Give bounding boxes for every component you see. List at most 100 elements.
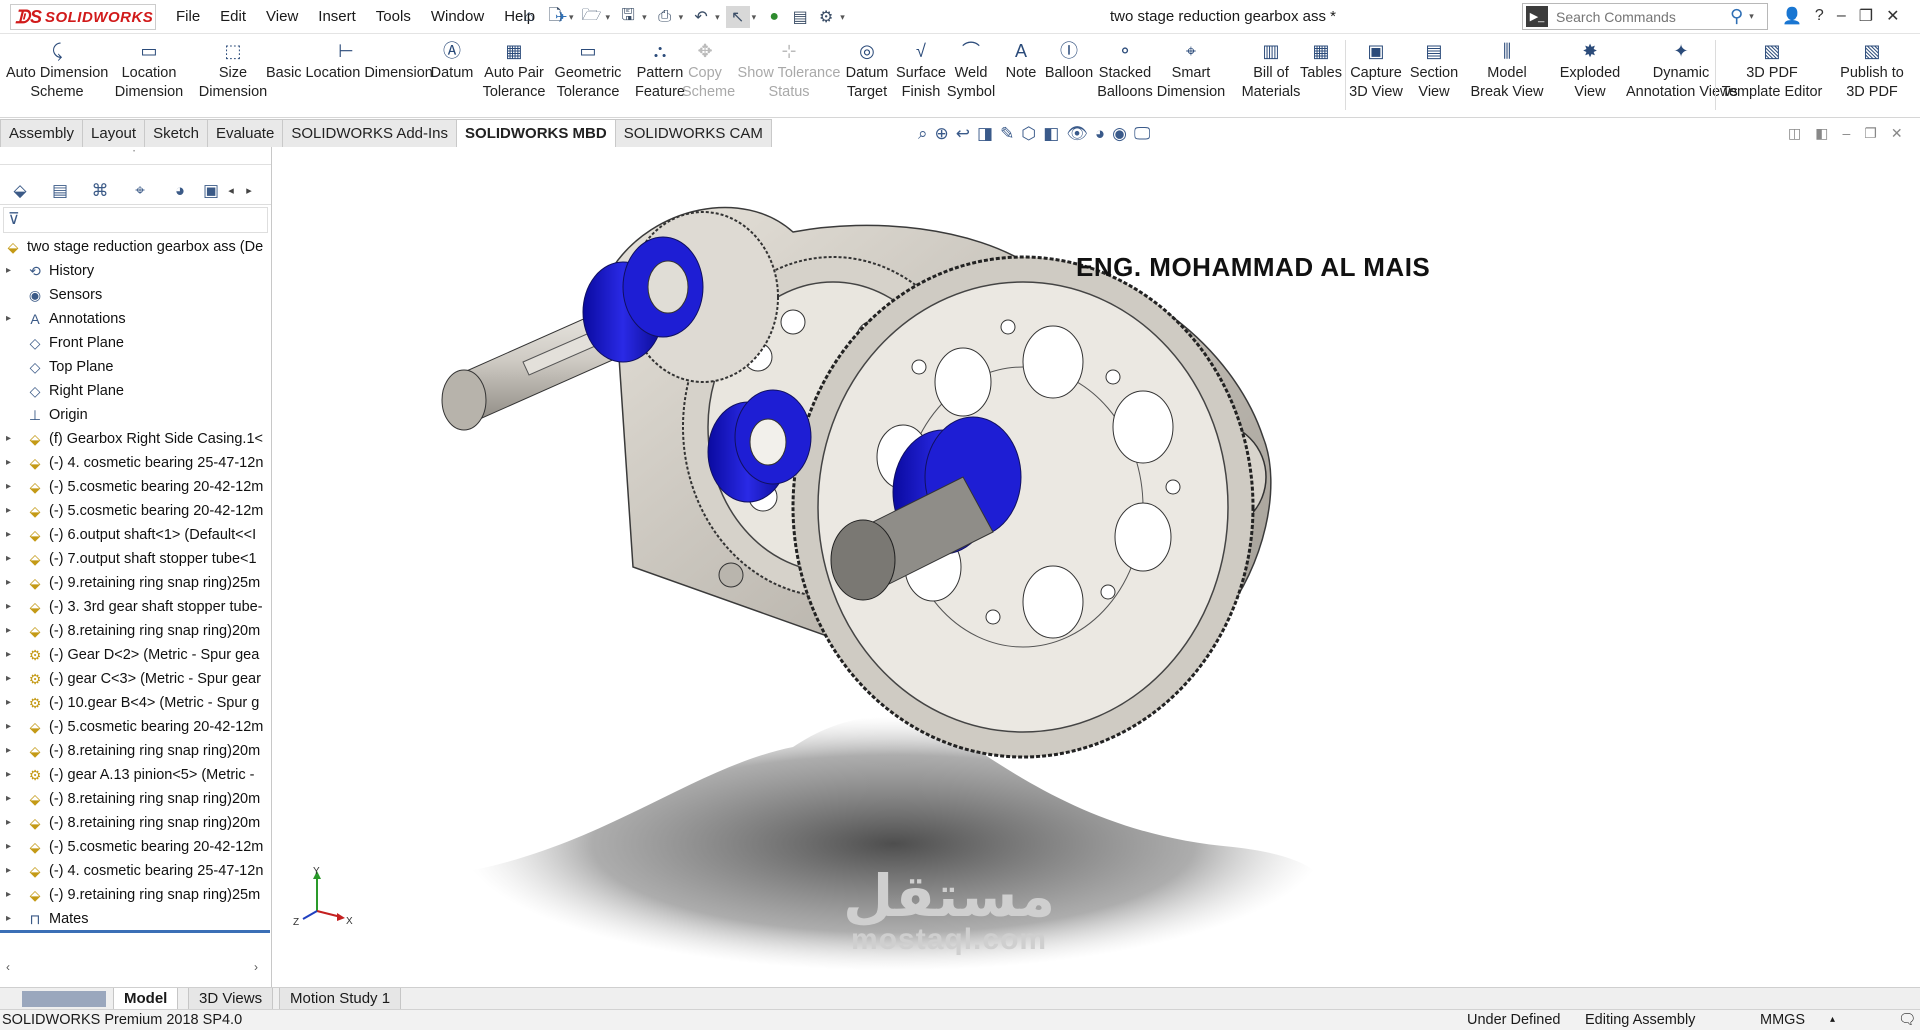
menu-view[interactable]: View [266, 8, 298, 26]
search-dropdown-icon[interactable]: ▾ [1749, 11, 1754, 22]
units-dropdown-icon[interactable]: ▴ [1830, 1010, 1835, 1030]
expand-arrow-icon[interactable]: ▸ [6, 739, 16, 763]
cam-manager-tab-icon[interactable]: ▣ [200, 181, 222, 201]
tab-sketch[interactable]: Sketch [144, 119, 208, 147]
options-gear-icon[interactable]: ⚙ [814, 6, 838, 28]
panel-scroll-left-icon[interactable]: ◂ [222, 184, 240, 197]
viewport-split-icon[interactable]: ◧ [1815, 125, 1828, 142]
expand-arrow-icon[interactable]: ▸ [6, 307, 16, 331]
tree-item[interactable]: ▸ ⬙ (-) 5.cosmetic bearing 20-42-12m [0, 499, 271, 523]
bottom-tab-motion-study-1[interactable]: Motion Study 1 [279, 988, 402, 1010]
command-prompt-icon[interactable]: ▶_ [1526, 6, 1548, 27]
ribbon-button-3d-pdf-template-editor[interactable]: ▧ 3D PDF Template Editor [1719, 40, 1825, 102]
tree-item[interactable]: ▸ ⬙ (-) 5.cosmetic bearing 20-42-12m [0, 835, 271, 859]
print-dropdown-icon[interactable]: ▾ [679, 12, 684, 23]
expand-arrow-icon[interactable]: ▸ [6, 523, 16, 547]
tab-solidworks-add-ins[interactable]: SOLIDWORKS Add-Ins [282, 119, 458, 147]
panel-grip[interactable]: ⠂ [0, 147, 271, 165]
expand-arrow-icon[interactable]: ▸ [6, 451, 16, 475]
tab-solidworks-mbd[interactable]: SOLIDWORKS MBD [456, 119, 616, 147]
tree-root-assembly[interactable]: ⬙ two stage reduction gearbox ass (De [0, 235, 271, 259]
display-style-icon[interactable]: ◧ [1043, 124, 1059, 144]
ribbon-button-weld-symbol[interactable]: ⌒ Weld Symbol [944, 40, 998, 102]
view-orientation-icon[interactable]: ⬡ [1021, 124, 1036, 144]
tree-item[interactable]: ▸ ⊓ Mates [0, 907, 271, 931]
ribbon-button-auto-dimension[interactable]: ⤹ Auto Dimension Scheme [6, 40, 108, 102]
tree-item[interactable]: ▸ ⬙ (-) 9.retaining ring snap ring)25m [0, 883, 271, 907]
ribbon-button-tables[interactable]: ▦ Tables [1296, 40, 1346, 83]
menu-file[interactable]: File [176, 8, 200, 26]
tree-item[interactable]: ▸ ⚙ (-) Gear D<2> (Metric - Spur gea [0, 643, 271, 667]
tree-item[interactable]: ▸ ⬙ (-) 5.cosmetic bearing 20-42-12m [0, 475, 271, 499]
zoom-to-fit-icon[interactable]: ⌕ [918, 124, 928, 144]
tab-navigation-arrows[interactable] [22, 991, 106, 1007]
new-dropdown-icon[interactable]: ▾ [569, 12, 574, 23]
expand-arrow-icon[interactable]: ▸ [6, 571, 16, 595]
ribbon-button-capture-3d-view[interactable]: ▣ Capture 3D View [1346, 40, 1406, 102]
ribbon-button-publish-3d-pdf[interactable]: ▧ Publish to 3D PDF [1827, 40, 1917, 102]
scroll-left-icon[interactable]: ‹ [6, 960, 10, 974]
viewport-tile-icon[interactable]: ◫ [1788, 125, 1801, 142]
tree-item[interactable]: ▸ ⬙ (-) 4. cosmetic bearing 25-47-12n [0, 451, 271, 475]
scroll-right-icon[interactable]: › [254, 960, 258, 974]
menu-tools[interactable]: Tools [376, 8, 411, 26]
notification-icon[interactable]: 🗨 [1898, 1010, 1916, 1030]
tree-filter[interactable]: ⊽ [3, 207, 268, 233]
feature-manager-tab-icon[interactable]: ⬙ [0, 181, 40, 201]
previous-view-icon[interactable]: ↩ [956, 124, 970, 144]
ribbon-button-section-view[interactable]: ▤ Section View [1408, 40, 1460, 102]
expand-arrow-icon[interactable]: ▸ [6, 859, 16, 883]
bottom-tab-3d-views[interactable]: 3D Views [188, 988, 274, 1010]
tree-item[interactable]: ▸ ⬙ (-) 8.retaining ring snap ring)20m [0, 811, 271, 835]
tab-assembly[interactable]: Assembly [0, 119, 84, 147]
hide-show-icon[interactable]: 👁 [1066, 124, 1088, 144]
select-dropdown-icon[interactable]: ▾ [752, 12, 757, 23]
tree-item[interactable]: ▸ ⟲ History [0, 259, 271, 283]
ribbon-button-geometric-tolerance[interactable]: ▭ Geometric Tolerance [548, 40, 628, 102]
file-properties-icon[interactable]: ▤ [788, 6, 812, 28]
ribbon-button-basic-location-dimension[interactable]: ⊢ Basic Location Dimension [266, 40, 433, 83]
tree-item[interactable]: ▸ ⚙ (-) gear A.13 pinion<5> (Metric - [0, 763, 271, 787]
expand-arrow-icon[interactable]: ▸ [6, 643, 16, 667]
new-document-icon[interactable]: 🗋 [543, 6, 567, 28]
expand-arrow-icon[interactable]: ▸ [6, 595, 16, 619]
tree-item[interactable]: ◇ Right Plane [0, 379, 271, 403]
expand-arrow-icon[interactable]: ▸ [6, 547, 16, 571]
user-account-icon[interactable]: 👤 [1782, 6, 1802, 26]
expand-arrow-icon[interactable]: ▸ [6, 619, 16, 643]
help-icon[interactable]: ? [1815, 7, 1824, 25]
menu-insert[interactable]: Insert [318, 8, 356, 26]
apply-scene-icon[interactable]: ◉ [1112, 124, 1127, 144]
open-folder-icon[interactable]: 🗁 [580, 6, 604, 28]
panel-scroll-right-icon[interactable]: ▸ [240, 184, 258, 197]
expand-arrow-icon[interactable]: ▸ [6, 427, 16, 451]
ribbon-button-datum[interactable]: Ⓐ Datum [428, 40, 476, 83]
tree-item[interactable]: ⊥ Origin [0, 403, 271, 427]
tree-item[interactable]: ▸ A Annotations [0, 307, 271, 331]
expand-arrow-icon[interactable]: ▸ [6, 691, 16, 715]
tree-item[interactable]: ▸ ⚙ (-) 10.gear B<4> (Metric - Spur g [0, 691, 271, 715]
options-dropdown-icon[interactable]: ▾ [840, 12, 845, 23]
search-commands-box[interactable]: ▶_ ⚲ ▾ [1522, 3, 1768, 30]
restore-icon[interactable]: ❐ [1859, 6, 1873, 26]
tab-evaluate[interactable]: Evaluate [206, 119, 284, 147]
filter-icon[interactable]: ⊽ [8, 211, 20, 228]
dimxpert-manager-tab-icon[interactable]: ⌖ [120, 181, 160, 201]
dynamic-annotation-icon[interactable]: ✎ [1000, 124, 1014, 144]
tree-item[interactable]: ▸ ⬙ (-) 8.retaining ring snap ring)20m [0, 619, 271, 643]
close-icon[interactable]: ✕ [1886, 6, 1899, 26]
graphics-area[interactable]: ENG. MOHAMMAD AL MAIS مستقل mostaql.com … [273, 147, 1920, 987]
ribbon-button-model-break-view[interactable]: ⫼ Model Break View [1459, 40, 1555, 102]
search-icon[interactable]: ⚲ [1730, 6, 1743, 27]
viewport-minimize-icon[interactable]: – [1842, 125, 1850, 142]
bottom-tab-model[interactable]: Model [113, 988, 179, 1010]
expand-arrow-icon[interactable]: ▸ [6, 763, 16, 787]
expand-arrow-icon[interactable]: ▸ [6, 259, 16, 283]
ribbon-button-auto-pair-tolerance[interactable]: ▦ Auto Pair Tolerance [482, 40, 546, 102]
save-dropdown-icon[interactable]: ▾ [642, 12, 647, 23]
expand-arrow-icon[interactable]: ▸ [6, 499, 16, 523]
expand-arrow-icon[interactable]: ▸ [6, 835, 16, 859]
expand-arrow-icon[interactable]: ▸ [6, 907, 16, 931]
tree-item[interactable]: ▸ ⬙ (-) 9.retaining ring snap ring)25m [0, 571, 271, 595]
tree-item[interactable]: ▸ ⬙ (-) 5.cosmetic bearing 20-42-12m [0, 715, 271, 739]
